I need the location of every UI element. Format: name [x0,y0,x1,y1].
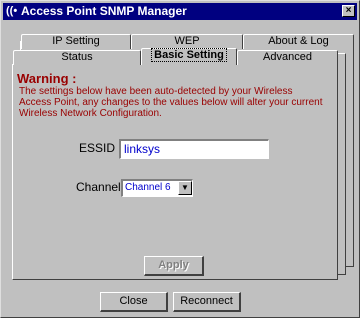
essid-label: ESSID [79,141,116,155]
tab-advanced[interactable]: Advanced [237,50,338,65]
warning-title: Warning : [17,71,77,86]
tab-label: WEP [174,35,200,47]
window-title: Access Point SNMP Manager [21,4,187,18]
tab-status[interactable]: Status [13,50,141,65]
wireless-icon: ((• [6,5,18,17]
warning-text: The settings below have been auto-detect… [19,86,323,119]
channel-value: Channel 6 [125,182,171,193]
tab-label: About & Log [268,35,329,47]
channel-label: Channel [76,180,121,194]
close-button[interactable]: Close [100,292,168,312]
tab-basic-setting[interactable]: Basic Setting [141,48,237,65]
essid-input[interactable]: linksys [119,139,269,159]
tab-about-log[interactable]: About & Log [243,34,354,49]
tab-wep[interactable]: WEP [131,34,243,49]
close-window-button[interactable]: × [342,5,355,17]
apply-button[interactable]: Apply [144,256,204,276]
tab-label: IP Setting [52,35,100,47]
chevron-down-icon[interactable]: ▼ [178,181,192,195]
tab-label: Basic Setting [151,48,227,62]
tab-label: Advanced [263,51,312,63]
title-bar[interactable]: ((• Access Point SNMP Manager × [3,3,357,20]
reconnect-button[interactable]: Reconnect [173,292,241,312]
tab-ip-setting[interactable]: IP Setting [21,34,131,49]
app-window: ((• Access Point SNMP Manager × IP Setti… [0,0,360,318]
channel-select[interactable]: Channel 6 ▼ [121,179,193,197]
tab-label: Status [61,51,93,63]
